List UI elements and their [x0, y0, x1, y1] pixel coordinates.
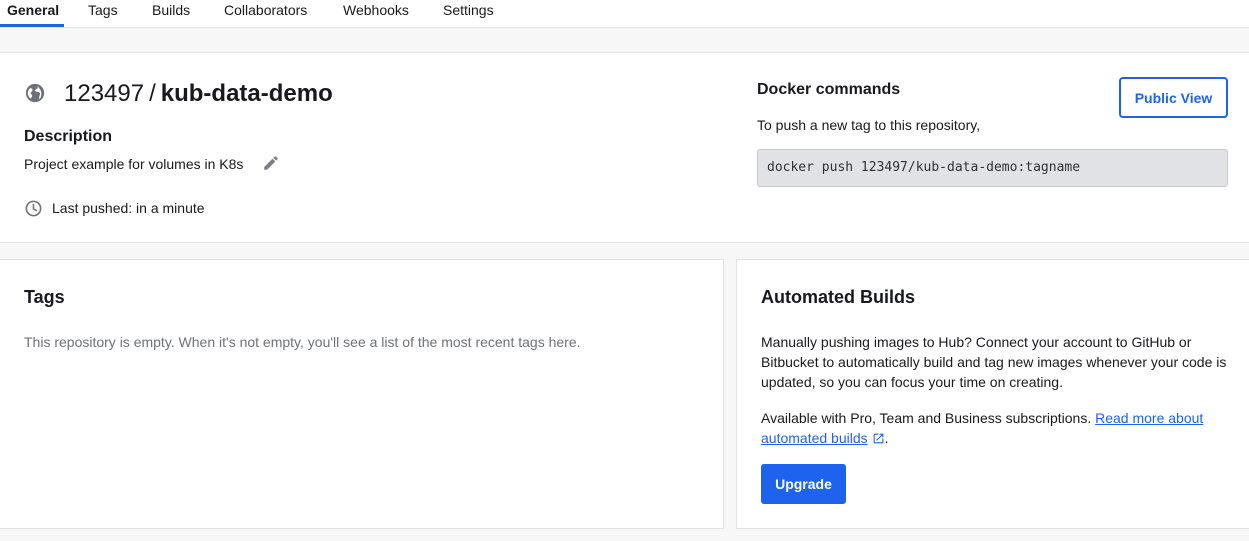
automated-builds-description: Manually pushing images to Hub? Connect …	[761, 334, 1227, 390]
automated-builds-heading: Automated Builds	[761, 287, 916, 307]
repository-name: kub-data-demo	[160, 80, 333, 107]
tab-collaborators[interactable]: Collaborators	[224, 0, 307, 28]
title-separator: /	[149, 80, 156, 107]
tags-empty-message: This repository is empty. When it's not …	[24, 334, 581, 350]
availability-text: Available with Pro, Team and Business su…	[761, 410, 1092, 426]
repository-description: Project example for volumes in K8s	[24, 156, 244, 172]
repository-namespace: 123497	[64, 80, 145, 107]
docker-push-command[interactable]: docker push 123497/kub-data-demo:tagname	[757, 149, 1228, 187]
tab-settings[interactable]: Settings	[443, 0, 494, 28]
push-help-text: To push a new tag to this repository,	[757, 117, 981, 133]
repository-overview-card: 123497/kub-data-demo Description Project…	[0, 52, 1249, 243]
tab-builds[interactable]: Builds	[152, 0, 190, 28]
link-suffix: .	[884, 430, 889, 446]
tab-tags[interactable]: Tags	[88, 0, 118, 28]
public-view-button[interactable]: Public View	[1119, 77, 1228, 118]
description-heading: Description	[24, 128, 113, 145]
automated-builds-card: Automated Builds Manually pushing images…	[736, 259, 1249, 529]
upgrade-button[interactable]: Upgrade	[761, 464, 846, 504]
pencil-edit-icon[interactable]	[262, 154, 280, 172]
tags-card: Tags This repository is empty. When it's…	[0, 259, 724, 529]
globe-icon	[25, 83, 45, 103]
subscription-availability: Available with Pro, Team and Business su…	[761, 408, 1231, 448]
last-pushed-text: Last pushed: in a minute	[52, 200, 205, 216]
docker-commands-heading: Docker commands	[757, 81, 901, 98]
external-link-icon[interactable]	[872, 432, 885, 445]
active-tab-indicator	[0, 24, 64, 27]
clock-icon	[25, 200, 42, 217]
repo-tab-bar: General Tags Builds Collaborators Webhoo…	[0, 0, 1249, 28]
tab-webhooks[interactable]: Webhooks	[343, 0, 409, 28]
tags-heading: Tags	[24, 287, 65, 307]
repository-title: 123497/kub-data-demo	[64, 79, 333, 109]
